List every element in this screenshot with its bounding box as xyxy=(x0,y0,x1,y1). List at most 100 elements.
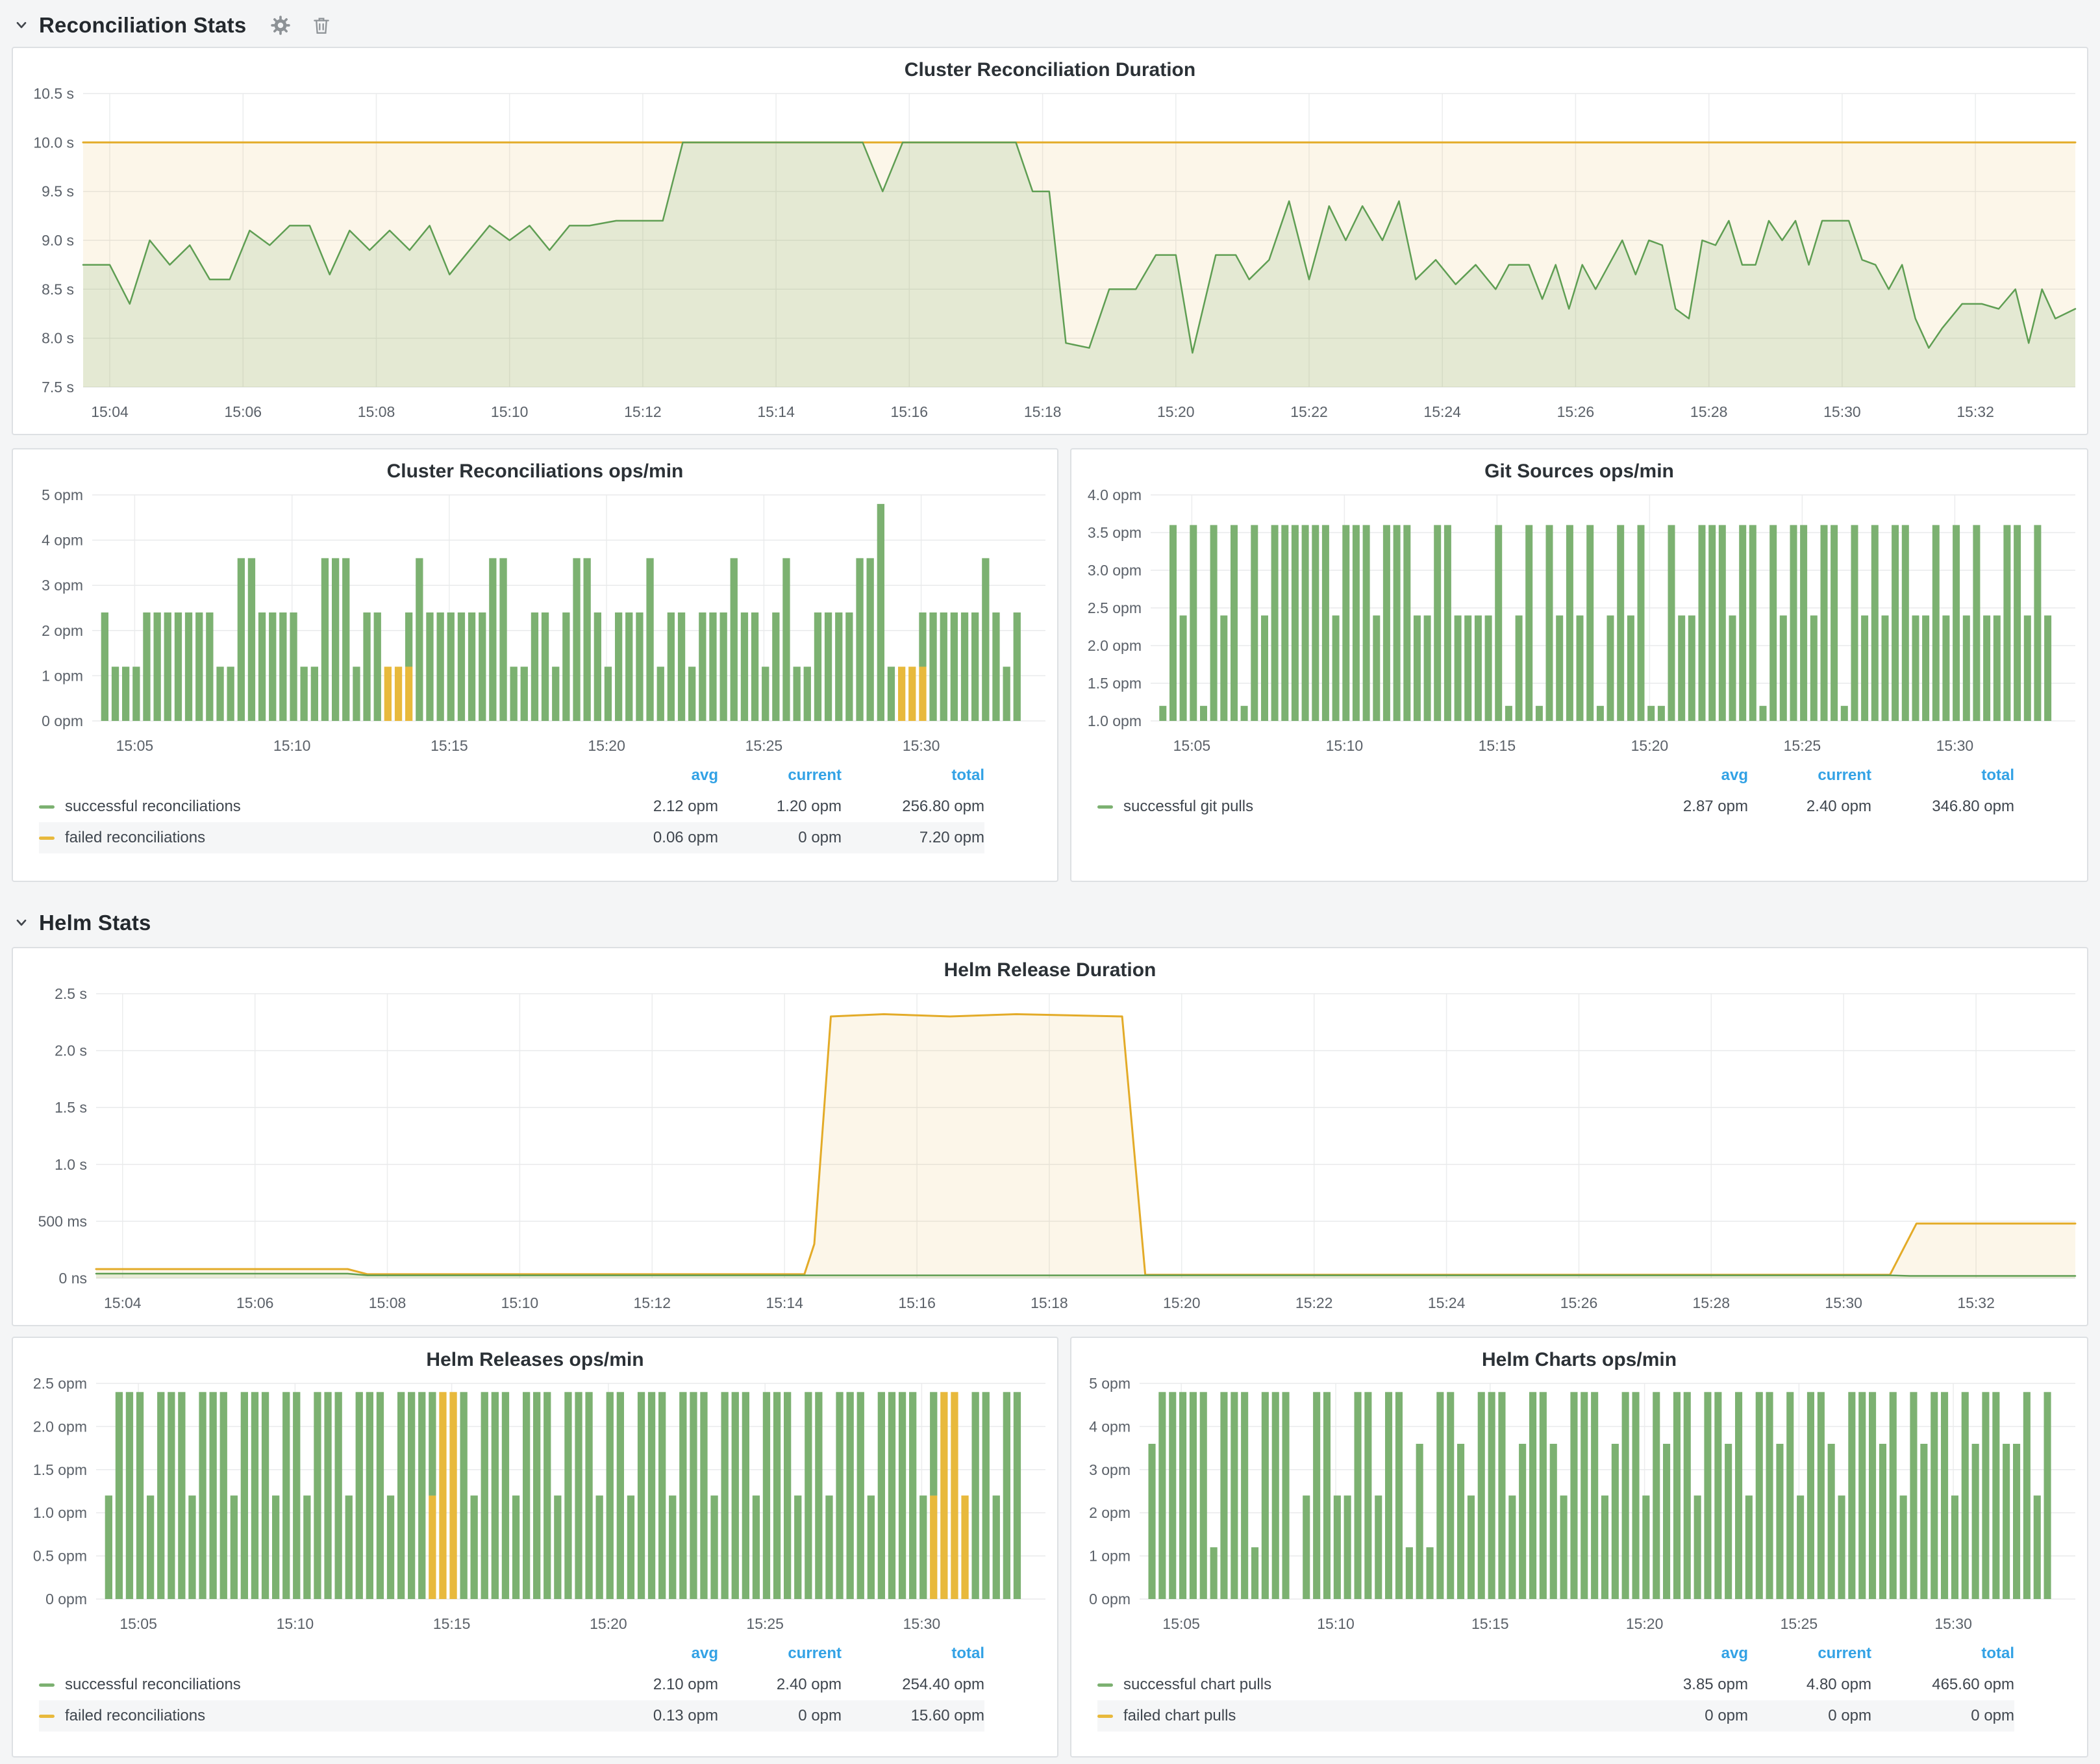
series-dash-icon xyxy=(1097,1715,1113,1718)
legend-row: successful git pulls 2.87 opm 2.40 opm 3… xyxy=(1097,791,2014,822)
legend-sort-avg[interactable]: avg xyxy=(1628,1641,1748,1669)
section-title[interactable]: Helm Stats xyxy=(39,911,151,935)
legend-label[interactable]: successful git pulls xyxy=(1097,798,1628,816)
svg-text:15:10: 15:10 xyxy=(277,1615,314,1632)
svg-text:15:10: 15:10 xyxy=(273,737,311,754)
svg-text:15:10: 15:10 xyxy=(501,1294,539,1311)
svg-text:15:04: 15:04 xyxy=(104,1294,142,1311)
legend-avg: 0 opm xyxy=(1628,1700,1748,1732)
svg-text:15:25: 15:25 xyxy=(1781,1615,1818,1632)
cluster-reconciliation-duration-chart[interactable]: 15:0415:0615:0815:1015:1215:1415:1615:18… xyxy=(13,84,2087,427)
series-dash-icon xyxy=(1097,1683,1113,1687)
legend-avg: 0.13 opm xyxy=(598,1700,718,1732)
svg-text:15:30: 15:30 xyxy=(1936,737,1974,754)
legend-total: 465.60 opm xyxy=(1871,1669,2014,1700)
series-dash-icon xyxy=(1097,805,1113,809)
series-dash-icon xyxy=(39,1715,55,1718)
legend-row: successful reconciliations 2.12 opm 1.20… xyxy=(39,791,984,822)
panel-title[interactable]: Helm Charts ops/min xyxy=(1071,1338,2087,1374)
svg-text:15:15: 15:15 xyxy=(431,737,468,754)
svg-text:15:28: 15:28 xyxy=(1690,403,1728,420)
panel-title[interactable]: Git Sources ops/min xyxy=(1071,449,2087,486)
svg-text:8.0 s: 8.0 s xyxy=(42,330,74,347)
legend-sort-avg[interactable]: avg xyxy=(1628,762,1748,791)
git-sources-ops-chart[interactable]: 15:0515:1015:1515:2015:2515:301.0 opm1.5… xyxy=(1071,486,2087,761)
svg-text:8.5 s: 8.5 s xyxy=(42,281,74,297)
panel-helm-release-duration: Helm Release Duration 15:0415:0615:0815:… xyxy=(12,947,2088,1326)
legend-avg: 2.10 opm xyxy=(598,1669,718,1700)
legend-row: failed chart pulls 0 opm 0 opm 0 opm xyxy=(1097,1700,2014,1732)
legend-current: 0 opm xyxy=(1748,1700,1871,1732)
section-title[interactable]: Reconciliation Stats xyxy=(39,13,246,38)
legend-current: 1.20 opm xyxy=(718,791,842,822)
legend: avg current total successful git pulls 2… xyxy=(1097,762,2014,822)
legend-label[interactable]: failed reconciliations xyxy=(39,829,598,847)
chevron-down-icon[interactable] xyxy=(13,914,30,931)
section-header-helm-stats[interactable]: Helm Stats xyxy=(13,908,2088,938)
svg-text:3.5 opm: 3.5 opm xyxy=(1088,524,1142,541)
legend-label[interactable]: successful reconciliations xyxy=(39,798,598,816)
svg-text:15:05: 15:05 xyxy=(1162,1615,1200,1632)
panel-title[interactable]: Helm Releases ops/min xyxy=(13,1338,1057,1374)
legend-sort-total[interactable]: total xyxy=(1871,1641,2014,1669)
panel-title[interactable]: Cluster Reconciliations ops/min xyxy=(13,449,1057,486)
svg-text:1.5 opm: 1.5 opm xyxy=(1088,675,1142,692)
svg-text:7.5 s: 7.5 s xyxy=(42,379,74,396)
helm-release-duration-chart[interactable]: 15:0415:0615:0815:1015:1215:1415:1615:18… xyxy=(13,985,2087,1318)
helm-charts-ops-chart[interactable]: 15:0515:1015:1515:2015:2515:300 opm1 opm… xyxy=(1071,1374,2087,1639)
svg-text:15:14: 15:14 xyxy=(766,1294,803,1311)
legend-total: 7.20 opm xyxy=(842,822,984,853)
legend-sort-current[interactable]: current xyxy=(718,762,842,791)
legend-row: failed reconciliations 0.13 opm 0 opm 15… xyxy=(39,1700,984,1732)
section-header-reconciliation-stats[interactable]: Reconciliation Stats xyxy=(13,10,2088,40)
svg-text:15:32: 15:32 xyxy=(1956,403,1994,420)
legend-label[interactable]: failed reconciliations xyxy=(39,1707,598,1725)
svg-text:0 opm: 0 opm xyxy=(42,712,83,729)
dashboard: Reconciliation Stats xyxy=(0,0,2100,1758)
legend-sort-total[interactable]: total xyxy=(1871,762,2014,791)
legend-sort-current[interactable]: current xyxy=(1748,1641,1871,1669)
trash-icon[interactable] xyxy=(311,15,332,36)
legend-avg: 0.06 opm xyxy=(598,822,718,853)
panel-cluster-reconciliation-duration: Cluster Reconciliation Duration 15:0415:… xyxy=(12,47,2088,435)
panel-title[interactable]: Cluster Reconciliation Duration xyxy=(13,48,2087,84)
panel-title[interactable]: Helm Release Duration xyxy=(13,948,2087,985)
legend-label[interactable]: successful reconciliations xyxy=(39,1676,598,1694)
legend-header-row: avg current total xyxy=(39,1641,984,1669)
svg-text:2 opm: 2 opm xyxy=(1089,1504,1131,1521)
legend-sort-current[interactable]: current xyxy=(718,1641,842,1669)
svg-text:15:10: 15:10 xyxy=(1326,737,1364,754)
legend-sort-avg[interactable]: avg xyxy=(598,762,718,791)
legend-avg: 2.12 opm xyxy=(598,791,718,822)
svg-text:1.5 opm: 1.5 opm xyxy=(33,1461,87,1478)
chevron-down-icon[interactable] xyxy=(13,17,30,34)
legend-label[interactable]: failed chart pulls xyxy=(1097,1707,1628,1725)
legend-sort-total[interactable]: total xyxy=(842,762,984,791)
legend-total: 346.80 opm xyxy=(1871,791,2014,822)
svg-text:0.5 opm: 0.5 opm xyxy=(33,1548,87,1565)
svg-text:15:22: 15:22 xyxy=(1290,403,1328,420)
legend-current: 0 opm xyxy=(718,1700,842,1732)
svg-text:5 opm: 5 opm xyxy=(1089,1375,1131,1392)
legend-total: 0 opm xyxy=(1871,1700,2014,1732)
legend-sort-avg[interactable]: avg xyxy=(598,1641,718,1669)
legend-header-row: avg current total xyxy=(1097,762,2014,791)
svg-text:15:20: 15:20 xyxy=(588,737,625,754)
svg-text:15:20: 15:20 xyxy=(590,1615,627,1632)
svg-text:15:24: 15:24 xyxy=(1428,1294,1466,1311)
svg-text:15:20: 15:20 xyxy=(1163,1294,1201,1311)
svg-text:15:20: 15:20 xyxy=(1157,403,1195,420)
gear-icon[interactable] xyxy=(269,14,292,36)
legend-avg: 2.87 opm xyxy=(1628,791,1748,822)
legend-sort-current[interactable]: current xyxy=(1748,762,1871,791)
helm-releases-ops-chart[interactable]: 15:0515:1015:1515:2015:2515:300 opm0.5 o… xyxy=(13,1374,1057,1639)
svg-text:15:14: 15:14 xyxy=(757,403,795,420)
svg-text:4 opm: 4 opm xyxy=(1089,1418,1131,1435)
series-dash-icon xyxy=(39,1683,55,1687)
cluster-reconciliations-ops-chart[interactable]: 15:0515:1015:1515:2015:2515:300 opm1 opm… xyxy=(13,486,1057,761)
legend-label[interactable]: successful chart pulls xyxy=(1097,1676,1628,1694)
svg-text:0 opm: 0 opm xyxy=(1089,1591,1131,1607)
legend-sort-total[interactable]: total xyxy=(842,1641,984,1669)
legend-avg: 3.85 opm xyxy=(1628,1669,1748,1700)
legend-current: 4.80 opm xyxy=(1748,1669,1871,1700)
